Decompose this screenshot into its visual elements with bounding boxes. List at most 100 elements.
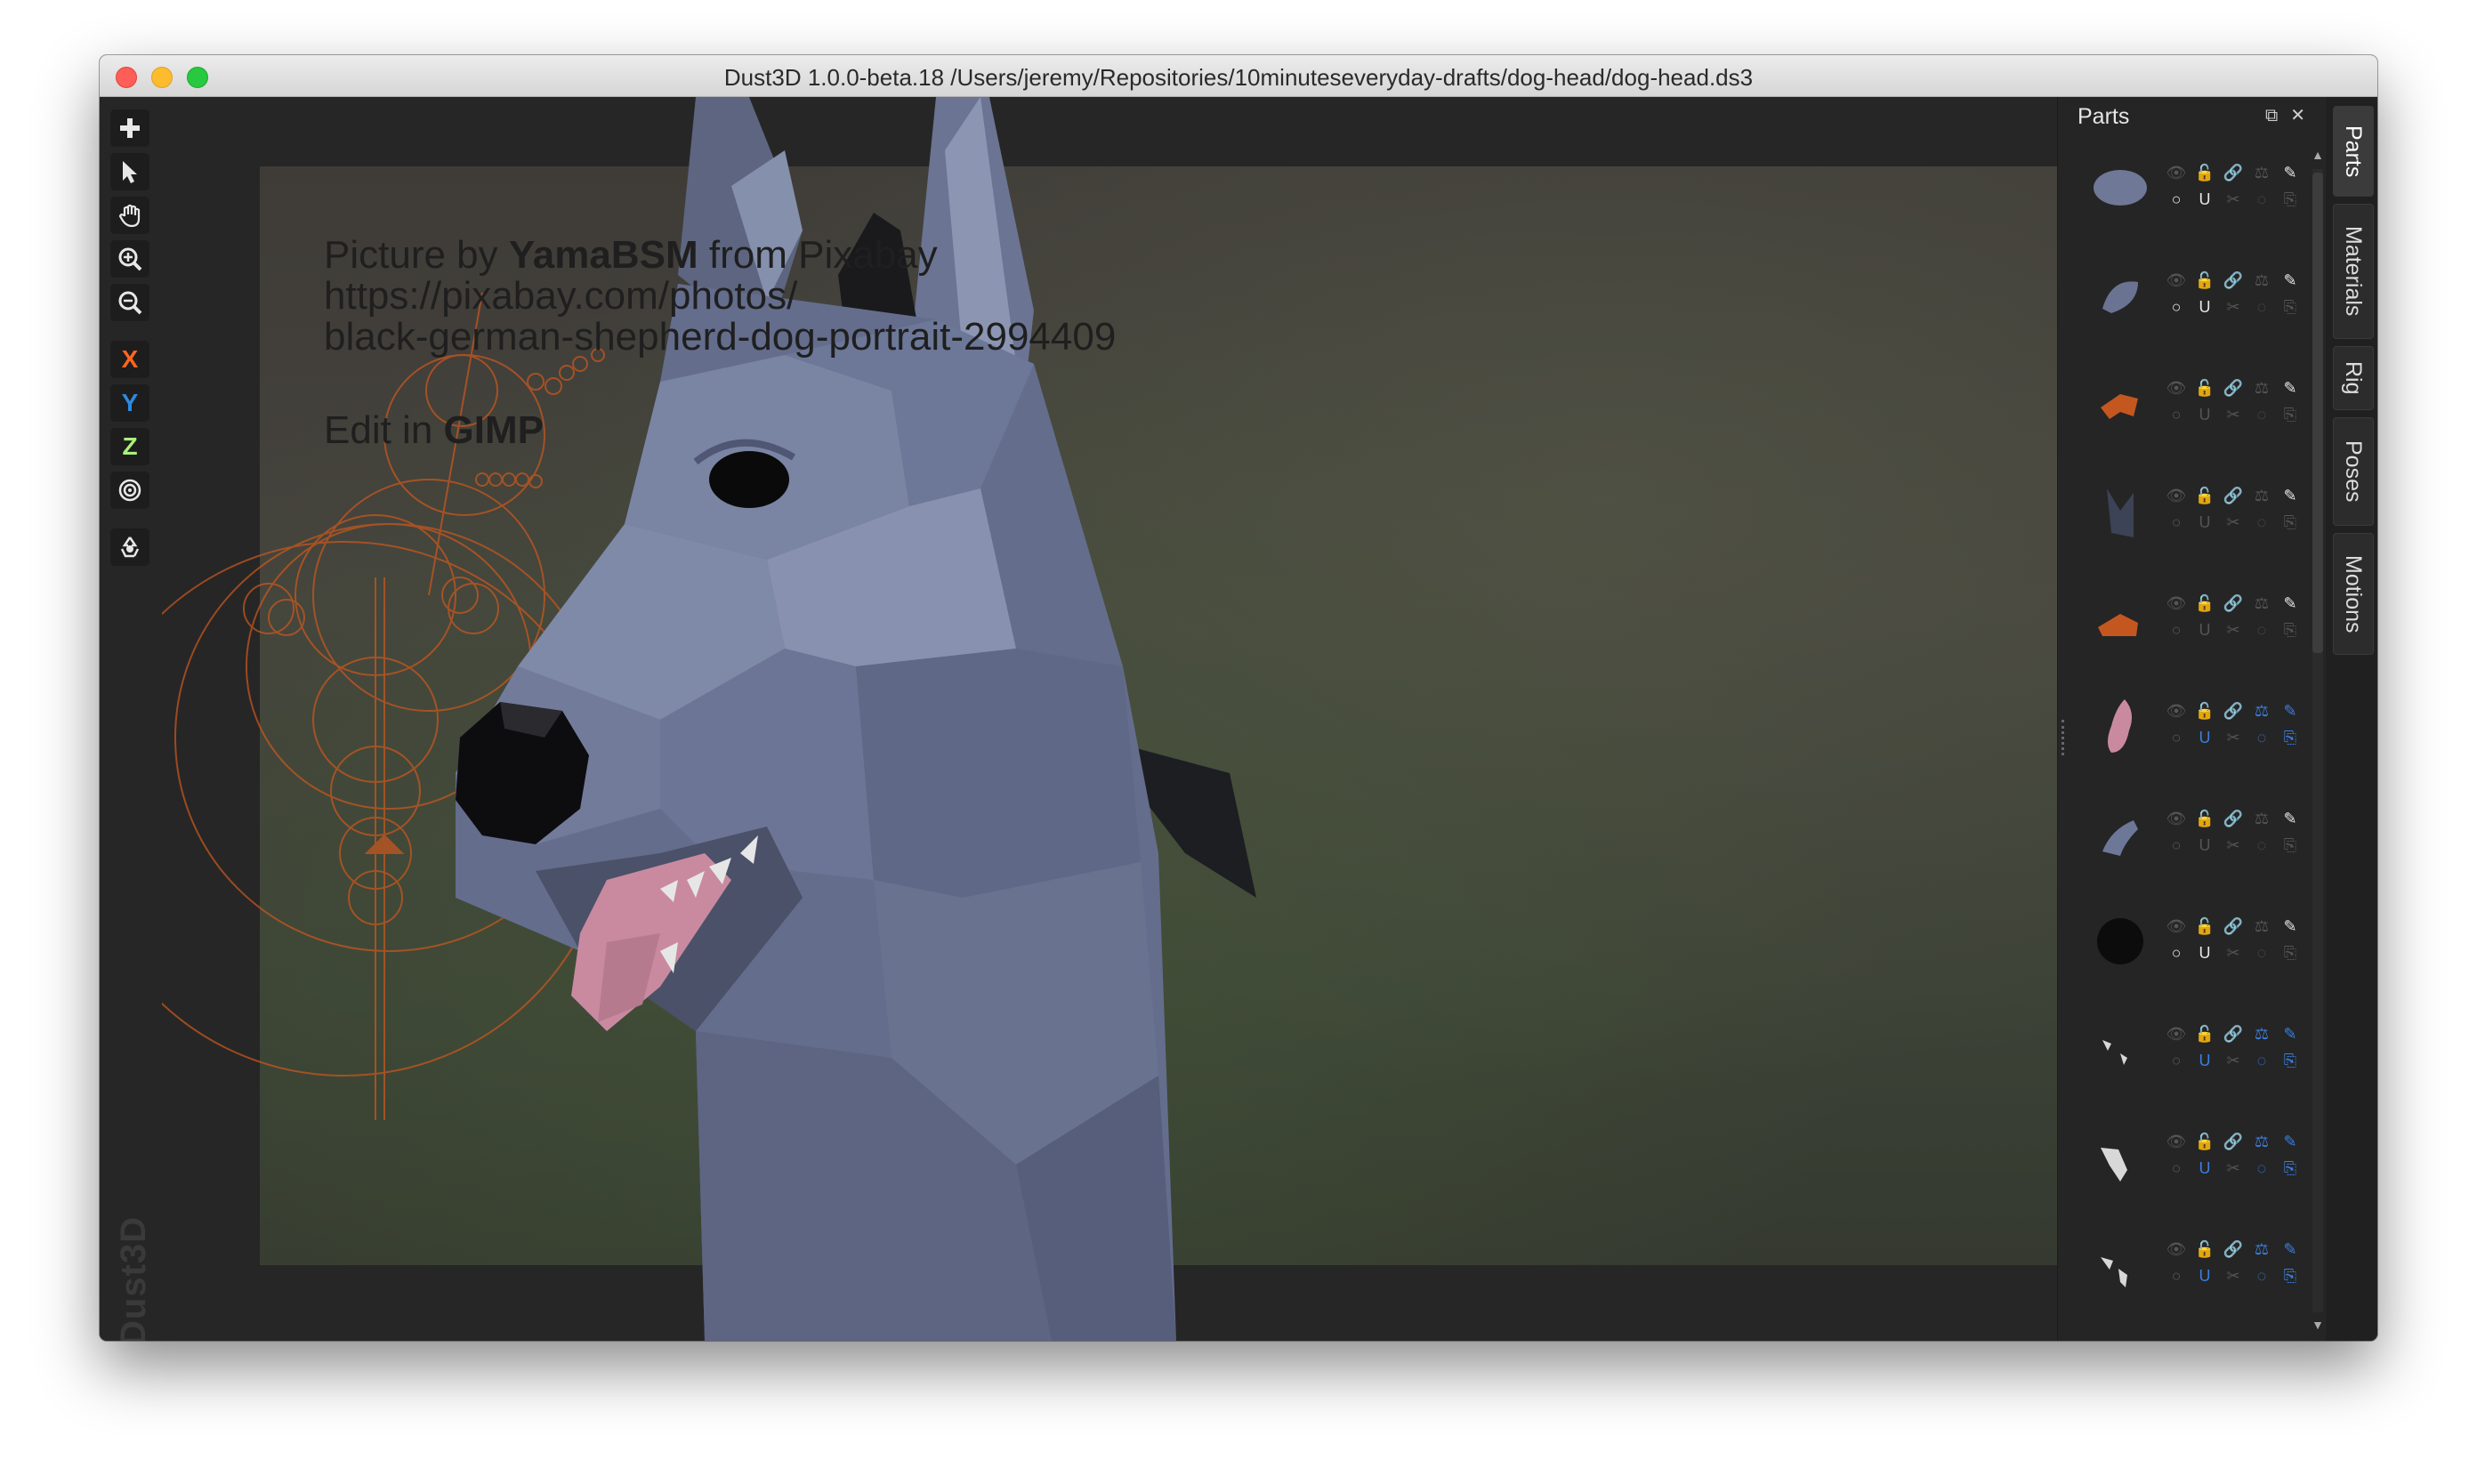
- rotate-icon[interactable]: ◌: [2252, 405, 2271, 424]
- lock-icon[interactable]: 🔓: [2195, 1024, 2215, 1044]
- copy-icon[interactable]: ⎘: [2280, 297, 2300, 317]
- part-preview[interactable]: [2085, 583, 2156, 654]
- link-icon[interactable]: 🔗: [2223, 163, 2243, 182]
- part-row[interactable]: 👁🔓🔗⚖✎○U✂◌⎘: [2058, 143, 2325, 239]
- part-row[interactable]: 👁🔓🔗⚖✎○U✂◌⎘: [2058, 574, 2325, 670]
- copy-icon[interactable]: ⎘: [2280, 943, 2300, 963]
- rotate-icon[interactable]: ◌: [2252, 190, 2271, 209]
- lock-icon[interactable]: 🔓: [2195, 701, 2215, 721]
- subdivide-icon[interactable]: ○: [2166, 1051, 2186, 1070]
- magnet-icon[interactable]: U: [2195, 512, 2215, 532]
- magnet-icon[interactable]: U: [2195, 190, 2215, 209]
- part-row[interactable]: 👁🔓🔗⚖✎○U✂◌⎘: [2058, 682, 2325, 778]
- part-preview[interactable]: [2085, 1336, 2156, 1341]
- edit-icon[interactable]: ✎: [2280, 486, 2300, 505]
- copy-icon[interactable]: ⎘: [2280, 405, 2300, 424]
- select-button[interactable]: [110, 153, 149, 190]
- lock-icon[interactable]: 🔓: [2195, 378, 2215, 398]
- zoom-in-button[interactable]: [110, 240, 149, 278]
- rotate-icon[interactable]: ◌: [2252, 943, 2271, 963]
- link-icon[interactable]: 🔗: [2223, 916, 2243, 936]
- rotate-icon[interactable]: ◌: [2252, 835, 2271, 855]
- balance-icon[interactable]: ⚖: [2252, 593, 2271, 613]
- balance-icon[interactable]: ⚖: [2252, 701, 2271, 721]
- lock-icon[interactable]: 🔓: [2195, 1239, 2215, 1259]
- link-icon[interactable]: 🔗: [2223, 809, 2243, 828]
- cut-icon[interactable]: ✂: [2223, 728, 2243, 747]
- rotate-icon[interactable]: ◌: [2252, 512, 2271, 532]
- visibility-icon[interactable]: 👁: [2166, 916, 2187, 936]
- link-icon[interactable]: 🔗: [2223, 1024, 2243, 1044]
- tab-poses[interactable]: Poses: [2333, 417, 2374, 526]
- edit-icon[interactable]: ✎: [2280, 809, 2300, 828]
- link-icon[interactable]: 🔗: [2223, 378, 2243, 398]
- cut-icon[interactable]: ✂: [2223, 1266, 2243, 1286]
- balance-icon[interactable]: ⚖: [2252, 1239, 2271, 1259]
- part-row[interactable]: 👁🔓🔗⚖✎○U✂◌⎘: [2058, 789, 2325, 885]
- tab-motions[interactable]: Motions: [2333, 533, 2374, 655]
- pan-button[interactable]: [110, 197, 149, 234]
- magnet-icon[interactable]: U: [2195, 620, 2215, 640]
- part-row[interactable]: 👁🔓🔗⚖✎○U✂◌⎘: [2058, 1327, 2325, 1341]
- part-row[interactable]: 👁🔓🔗⚖✎○U✂◌⎘: [2058, 1004, 2325, 1101]
- part-row[interactable]: 👁🔓🔗⚖✎○U✂◌⎘: [2058, 1220, 2325, 1316]
- link-icon[interactable]: 🔗: [2223, 1132, 2243, 1151]
- copy-icon[interactable]: ⎘: [2280, 620, 2300, 640]
- balance-icon[interactable]: ⚖: [2252, 1132, 2271, 1151]
- part-row[interactable]: 👁🔓🔗⚖✎○U✂◌⎘: [2058, 251, 2325, 347]
- part-preview[interactable]: [2085, 906, 2156, 977]
- part-preview[interactable]: [2085, 690, 2156, 762]
- magnet-icon[interactable]: U: [2195, 297, 2215, 317]
- cut-icon[interactable]: ✂: [2223, 190, 2243, 209]
- balance-icon[interactable]: ⚖: [2252, 270, 2271, 290]
- lock-icon[interactable]: 🔓: [2195, 270, 2215, 290]
- visibility-icon[interactable]: 👁: [2166, 593, 2187, 613]
- tab-parts[interactable]: Parts: [2333, 106, 2374, 197]
- edit-icon[interactable]: ✎: [2280, 1239, 2300, 1259]
- subdivide-icon[interactable]: ○: [2166, 1266, 2186, 1286]
- magnet-icon[interactable]: U: [2195, 1051, 2215, 1070]
- magnet-icon[interactable]: U: [2195, 943, 2215, 963]
- copy-icon[interactable]: ⎘: [2280, 1158, 2300, 1178]
- cut-icon[interactable]: ✂: [2223, 405, 2243, 424]
- magnet-icon[interactable]: U: [2195, 835, 2215, 855]
- part-preview[interactable]: [2085, 152, 2156, 223]
- part-row[interactable]: 👁🔓🔗⚖✎○U✂◌⎘: [2058, 897, 2325, 993]
- balance-icon[interactable]: ⚖: [2252, 809, 2271, 828]
- balance-icon[interactable]: ⚖: [2252, 1024, 2271, 1044]
- subdivide-icon[interactable]: ○: [2166, 1158, 2186, 1178]
- copy-icon[interactable]: ⎘: [2280, 1051, 2300, 1070]
- tab-rig[interactable]: Rig: [2333, 346, 2374, 410]
- edit-icon[interactable]: ✎: [2280, 1132, 2300, 1151]
- part-row[interactable]: 👁🔓🔗⚖✎○U✂◌⎘: [2058, 466, 2325, 562]
- part-preview[interactable]: [2085, 367, 2156, 439]
- radius-lock-button[interactable]: [110, 472, 149, 509]
- cut-icon[interactable]: ✂: [2223, 835, 2243, 855]
- link-icon[interactable]: 🔗: [2223, 701, 2243, 721]
- rotate-icon[interactable]: ◌: [2252, 1266, 2271, 1286]
- cut-icon[interactable]: ✂: [2223, 1158, 2243, 1178]
- scroll-up-icon[interactable]: ▲: [2309, 146, 2327, 164]
- visibility-icon[interactable]: 👁: [2166, 163, 2187, 182]
- part-preview[interactable]: [2085, 1229, 2156, 1300]
- 3d-viewport[interactable]: Picture by YamaBSM from Pixabay https://…: [162, 97, 2057, 1341]
- lock-icon[interactable]: 🔓: [2195, 593, 2215, 613]
- rotate-icon[interactable]: ◌: [2252, 297, 2271, 317]
- balance-icon[interactable]: ⚖: [2252, 378, 2271, 398]
- subdivide-icon[interactable]: ○: [2166, 943, 2186, 963]
- lock-icon[interactable]: 🔓: [2195, 486, 2215, 505]
- rotate-icon[interactable]: ◌: [2252, 1051, 2271, 1070]
- lock-icon[interactable]: 🔓: [2195, 1132, 2215, 1151]
- z-axis-lock-button[interactable]: Z: [110, 428, 149, 465]
- part-row[interactable]: 👁🔓🔗⚖✎○U✂◌⎘: [2058, 359, 2325, 455]
- regenerate-button[interactable]: [110, 528, 149, 566]
- close-icon[interactable]: ✕: [2290, 106, 2305, 125]
- lock-icon[interactable]: 🔓: [2195, 809, 2215, 828]
- tab-materials[interactable]: Materials: [2333, 204, 2374, 339]
- subdivide-icon[interactable]: ○: [2166, 405, 2186, 424]
- rotate-icon[interactable]: ◌: [2252, 728, 2271, 747]
- edit-icon[interactable]: ✎: [2280, 916, 2300, 936]
- cut-icon[interactable]: ✂: [2223, 297, 2243, 317]
- visibility-icon[interactable]: 👁: [2166, 1132, 2187, 1151]
- magnet-icon[interactable]: U: [2195, 1266, 2215, 1286]
